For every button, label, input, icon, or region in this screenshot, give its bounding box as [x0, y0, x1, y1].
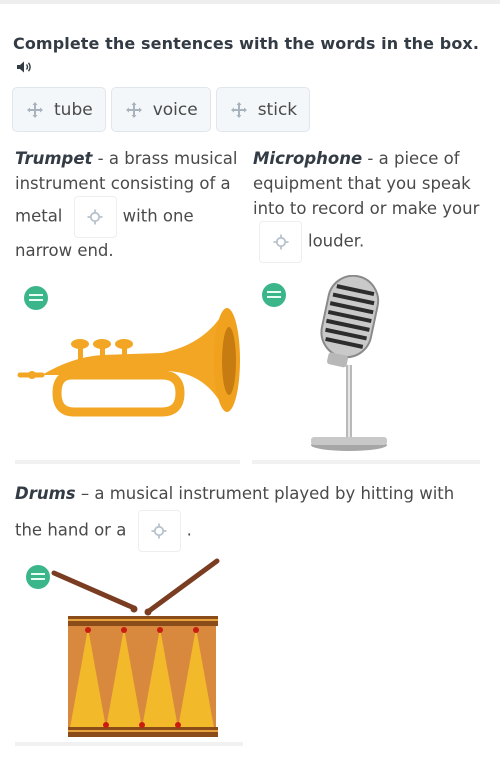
top-bar	[0, 0, 500, 4]
drop-zone-microphone[interactable]	[259, 221, 302, 263]
term-microphone: Microphone	[253, 149, 363, 168]
badge-icon	[26, 565, 50, 589]
term-drums: Drums	[15, 484, 76, 503]
word-chip-stick[interactable]: stick	[215, 87, 311, 132]
speaker-icon[interactable]	[16, 60, 34, 74]
instruction-title: Complete the sentences with the words in…	[13, 34, 480, 53]
divider	[15, 460, 240, 464]
word-chip-tube[interactable]: tube	[12, 87, 106, 132]
badge-icon	[24, 286, 48, 310]
word-chip-voice[interactable]: voice	[110, 87, 211, 132]
divider	[252, 460, 480, 464]
target-icon	[87, 209, 103, 225]
word-bank: tube voice stick	[12, 87, 311, 132]
microphone-illustration	[262, 275, 387, 451]
trumpet-illustration	[17, 286, 240, 417]
move-icon	[125, 101, 142, 118]
word-label: stick	[257, 99, 298, 120]
drop-zone-drums[interactable]	[137, 510, 181, 552]
target-icon	[273, 234, 288, 250]
badge-icon	[262, 283, 286, 307]
drum-illustration	[26, 558, 220, 737]
drum-stick-left	[51, 570, 137, 611]
word-label: tube	[54, 99, 93, 120]
divider	[15, 742, 243, 746]
target-icon	[151, 523, 167, 539]
term-trumpet: Trumpet	[15, 149, 93, 168]
drop-zone-trumpet[interactable]	[73, 196, 117, 238]
drum-stick-right	[146, 558, 220, 614]
word-label: voice	[152, 99, 198, 120]
move-icon	[27, 101, 43, 118]
microphone-sentence: Microphone - a piece of equipment that y…	[253, 146, 493, 263]
trumpet-sentence: Trumpet - a brass musical instrument con…	[15, 146, 250, 263]
drums-sentence: Drums – a musical instrument played by h…	[15, 477, 485, 552]
sentence-text: .	[186, 520, 192, 540]
sentence-text: – a musical instrument played by hitting…	[15, 484, 455, 540]
move-icon	[230, 101, 247, 118]
sentence-text: louder.	[308, 231, 365, 251]
